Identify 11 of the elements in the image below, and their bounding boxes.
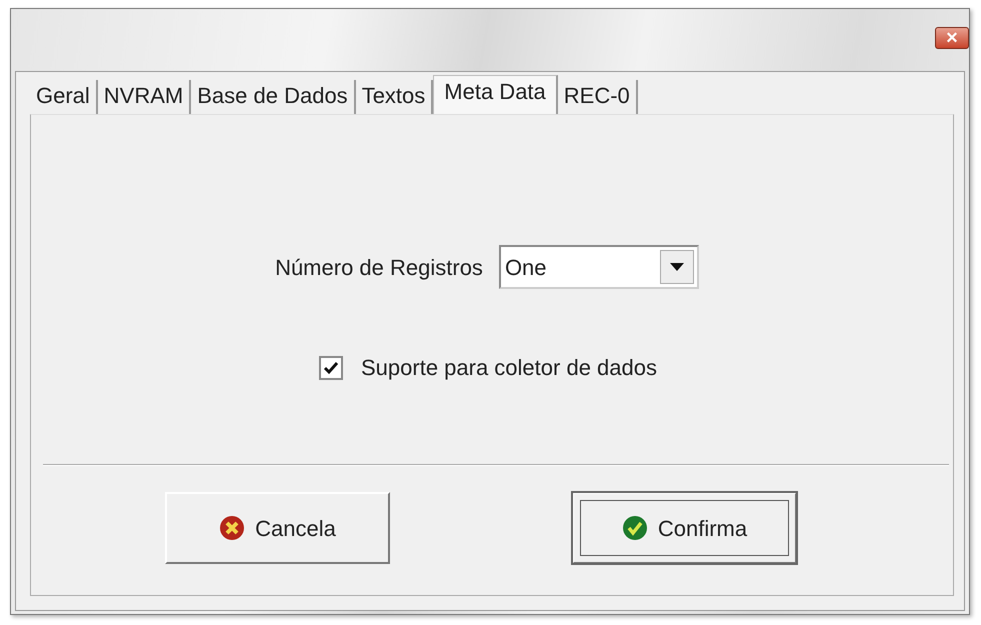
- tab[interactable]: Meta Data: [433, 75, 558, 114]
- cancel-button[interactable]: Cancela: [165, 492, 390, 564]
- checkbox[interactable]: [319, 356, 343, 380]
- cancel-icon: [219, 515, 246, 541]
- records-dropdown[interactable]: One: [498, 245, 699, 289]
- confirm-button[interactable]: Confirma: [572, 492, 797, 564]
- checkbox-label: Suporte para coletor de dados: [361, 354, 657, 382]
- dropdown-arrow-icon: [670, 263, 684, 271]
- checkmark-icon: [622, 515, 648, 541]
- check-icon: [323, 360, 339, 374]
- field-label: Número de Registros: [275, 254, 483, 282]
